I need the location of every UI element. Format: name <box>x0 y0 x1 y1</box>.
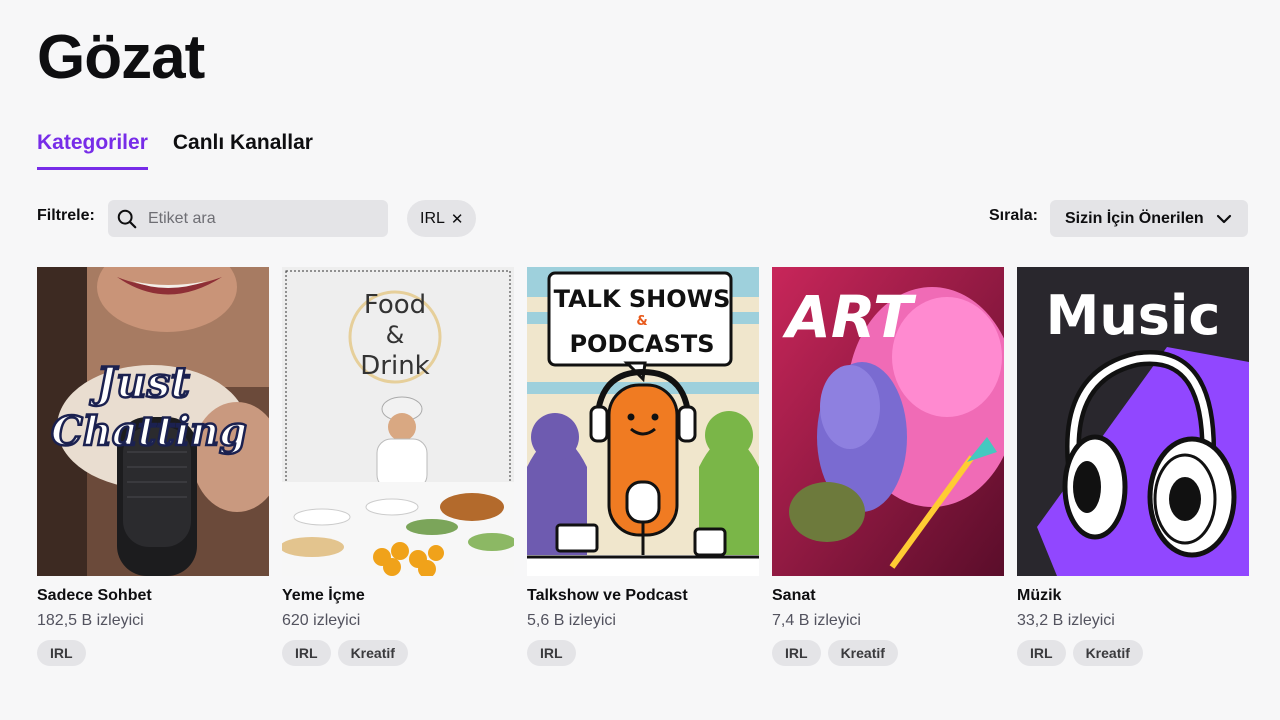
chevron-down-icon <box>1216 214 1232 224</box>
tab-categories[interactable]: Kategoriler <box>37 130 148 170</box>
just-chatting-art-text-2: Chatting <box>51 408 247 455</box>
category-thumbnail[interactable]: ART <box>772 267 1004 576</box>
category-thumbnail[interactable]: TALK SHOWS & PODCASTS <box>527 267 759 576</box>
category-viewers[interactable]: 620 izleyici <box>282 611 514 631</box>
category-thumbnail[interactable]: Music <box>1017 267 1249 576</box>
category-card[interactable]: Just Chatting Sadece Sohbet 182,5 B izle… <box>37 267 269 666</box>
sort-label: Sırala: <box>989 207 1038 224</box>
category-tag[interactable]: IRL <box>527 640 576 666</box>
search-icon <box>117 209 137 228</box>
tag-search-box[interactable] <box>108 200 388 237</box>
page-title: Gözat <box>37 23 205 92</box>
category-card[interactable]: Music Müzik 33,2 B izleyici IRL Kreatif <box>1017 267 1249 666</box>
art-art-text-1: ART <box>782 283 917 351</box>
category-title[interactable]: Müzik <box>1017 586 1249 606</box>
active-tag-chip[interactable]: IRL ✕ <box>407 200 477 237</box>
category-title[interactable]: Talkshow ve Podcast <box>527 586 759 606</box>
category-title[interactable]: Yeme İçme <box>282 586 514 606</box>
category-tags: IRL Kreatif <box>772 640 1004 666</box>
category-tags: IRL <box>527 640 759 666</box>
category-tag[interactable]: IRL <box>37 640 86 666</box>
tag-search-input[interactable] <box>148 209 368 228</box>
category-title[interactable]: Sanat <box>772 586 1004 606</box>
category-tag[interactable]: IRL <box>1017 640 1066 666</box>
close-icon[interactable]: ✕ <box>451 210 464 228</box>
category-tags: IRL <box>37 640 269 666</box>
category-tags: IRL Kreatif <box>282 640 514 666</box>
category-card[interactable]: TALK SHOWS & PODCASTS Talkshow ve Podcas… <box>527 267 759 666</box>
sort-selected-value: Sizin İçin Önerilen <box>1065 209 1204 227</box>
category-grid: Just Chatting Sadece Sohbet 182,5 B izle… <box>37 267 1249 666</box>
category-tag[interactable]: Kreatif <box>337 640 408 666</box>
just-chatting-art-text-1: Just <box>89 358 189 407</box>
category-thumbnail[interactable]: Food & Drink <box>282 267 514 576</box>
talk-art-text-2: & <box>636 314 647 329</box>
category-viewers[interactable]: 7,4 B izleyici <box>772 611 1004 631</box>
category-thumbnail[interactable]: Just Chatting <box>37 267 269 576</box>
talk-art-text-1: TALK SHOWS <box>554 285 731 313</box>
food-art-text-1: Food <box>364 290 426 320</box>
talk-art-text-3: PODCASTS <box>569 330 714 358</box>
tab-live-channels[interactable]: Canlı Kanallar <box>173 130 313 170</box>
category-viewers[interactable]: 182,5 B izleyici <box>37 611 269 631</box>
food-art-text-3: Drink <box>360 351 429 381</box>
category-card[interactable]: ART Sanat 7,4 B izleyici IRL Kreatif <box>772 267 1004 666</box>
food-art-text-2: & <box>386 321 405 349</box>
browse-tabs: Kategoriler Canlı Kanallar <box>37 130 313 170</box>
category-title[interactable]: Sadece Sohbet <box>37 586 269 606</box>
music-art-text-1: Music <box>1046 284 1221 347</box>
sort-dropdown[interactable]: Sizin İçin Önerilen <box>1050 200 1248 237</box>
category-viewers[interactable]: 5,6 B izleyici <box>527 611 759 631</box>
category-tag[interactable]: IRL <box>282 640 331 666</box>
category-card[interactable]: Food & Drink Yeme İçme 620 izleyici IRL … <box>282 267 514 666</box>
category-viewers[interactable]: 33,2 B izleyici <box>1017 611 1249 631</box>
filter-label: Filtrele: <box>37 207 95 224</box>
category-tag[interactable]: IRL <box>772 640 821 666</box>
category-tag[interactable]: Kreatif <box>827 640 898 666</box>
category-tag[interactable]: Kreatif <box>1072 640 1143 666</box>
category-tags: IRL Kreatif <box>1017 640 1249 666</box>
active-tag-label: IRL <box>420 209 445 227</box>
